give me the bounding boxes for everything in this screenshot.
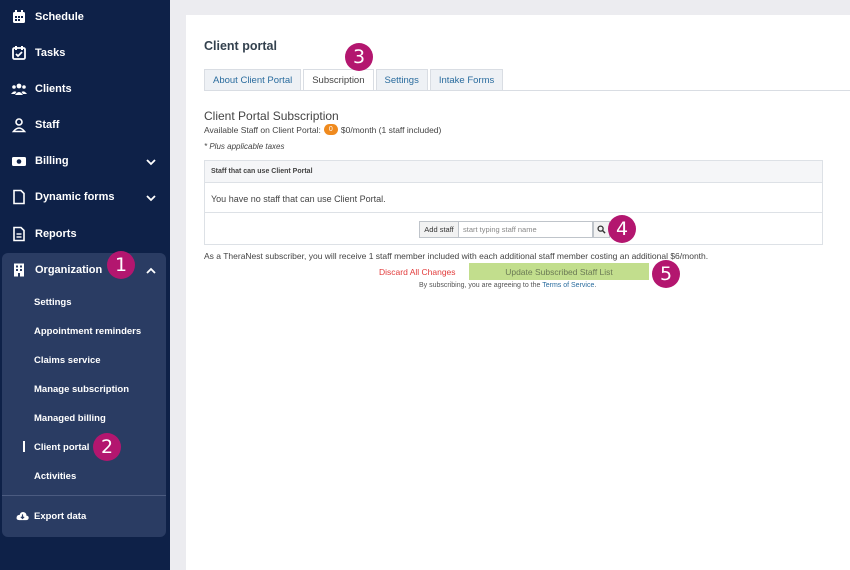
tab-bar: About Client Portal Subscription Setting… [204,69,505,91]
export-data-item[interactable]: Export data [2,505,166,527]
nav-item-dynamic-forms[interactable]: Dynamic forms [0,182,170,212]
nav-label: Clients [35,83,72,95]
nav-label: Staff [35,119,60,131]
nav-label: Reports [35,228,77,240]
table-header: Staff that can use Client Portal [205,161,822,183]
nav-label: Tasks [35,47,66,59]
sub-item-label: Managed billing [34,412,106,424]
staff-person-icon [11,118,27,133]
terms-suffix: . [594,282,597,289]
sub-item-manage-subscription[interactable]: Manage subscription [2,378,166,400]
nav-item-reports[interactable]: Reports [0,219,170,249]
tab-about-client-portal[interactable]: About Client Portal [204,69,302,91]
empty-state-text: You have no staff that can use Client Po… [211,194,386,204]
nav-item-staff[interactable]: Staff [0,110,170,140]
tab-underline [204,90,850,91]
nav-label: Dynamic forms [35,191,115,203]
active-indicator [23,441,25,452]
nav-label: Billing [35,155,69,167]
discard-changes-link[interactable]: Discard All Changes [379,267,456,277]
chevron-up-icon [146,267,156,274]
sub-item-label: Settings [34,296,72,308]
sub-item-label: Client portal [34,441,90,453]
sub-item-label: Manage subscription [34,383,130,395]
subscription-title: Client Portal Subscription [204,109,339,123]
chevron-down-icon [146,195,156,202]
tab-subscription[interactable]: Subscription [303,69,374,91]
step-badge: 5 [652,260,680,288]
organization-panel: Organization Settings Appointment remind… [2,253,166,537]
task-check-icon [12,46,26,60]
nav-item-tasks[interactable]: Tasks [0,38,170,68]
staff-count-badge: 0 [323,124,338,135]
sub-item-managed-billing[interactable]: Managed billing [2,407,166,429]
tab-intake-forms[interactable]: Intake Forms [429,69,504,91]
tab-settings[interactable]: Settings [375,69,428,91]
step-badge: 3 [345,43,373,71]
update-staff-list-button[interactable]: Update Subscribed Staff List [469,263,649,280]
nav-item-billing[interactable]: Billing [0,146,170,176]
sub-item-claims-service[interactable]: Claims service [2,349,166,371]
billing-money-icon [12,157,26,166]
cloud-download-icon [16,512,29,521]
main-content: Client portal About Client Portal Subscr… [186,15,850,570]
report-icon [13,226,25,242]
tax-note: * Plus applicable taxes [204,142,285,151]
building-icon [14,263,24,277]
nav-item-schedule[interactable]: Schedule [0,2,170,32]
chevron-down-icon [146,159,156,166]
staff-table: Staff that can use Client Portal You hav… [204,160,823,245]
step-badge: 2 [93,433,121,461]
step-badge: 4 [608,215,636,243]
sub-item-client-portal[interactable]: Client portal [2,436,166,458]
nav-label: Organization [35,264,103,276]
nav-label: Schedule [35,11,84,23]
divider [205,212,822,213]
sub-item-appointment-reminders[interactable]: Appointment reminders [2,320,166,342]
divider [2,495,166,496]
available-staff-line: Available Staff on Client Portal: 0 $0/m… [204,124,441,135]
document-icon [13,189,25,205]
nav-item-organization[interactable]: Organization [0,255,170,285]
sub-item-label: Appointment reminders [34,325,142,337]
staff-search-input[interactable] [459,221,593,238]
clients-group-icon [11,83,27,95]
add-staff-button[interactable]: Add staff [419,221,459,238]
nav-item-clients[interactable]: Clients [0,74,170,104]
calendar-icon [13,10,25,23]
terms-of-service-link[interactable]: Terms of Service [542,282,594,289]
search-icon [597,225,606,234]
sidebar: Schedule Tasks Clients Staff Billing Dyn… [0,0,170,570]
sub-item-label: Activities [34,470,77,482]
available-prefix: Available Staff on Client Portal: [204,124,321,135]
available-suffix: $0/month (1 staff included) [340,124,442,135]
terms-line: By subscribing, you are agreeing to the … [419,282,596,289]
sub-item-label: Export data [34,510,87,522]
page-title: Client portal [204,39,277,53]
sub-item-settings[interactable]: Settings [2,291,166,313]
sub-item-label: Claims service [34,354,101,366]
subscriber-note: As a TheraNest subscriber, you will rece… [204,251,709,261]
step-badge: 1 [107,251,135,279]
terms-prefix: By subscribing, you are agreeing to the [419,282,541,289]
sub-item-activities[interactable]: Activities [2,465,166,487]
